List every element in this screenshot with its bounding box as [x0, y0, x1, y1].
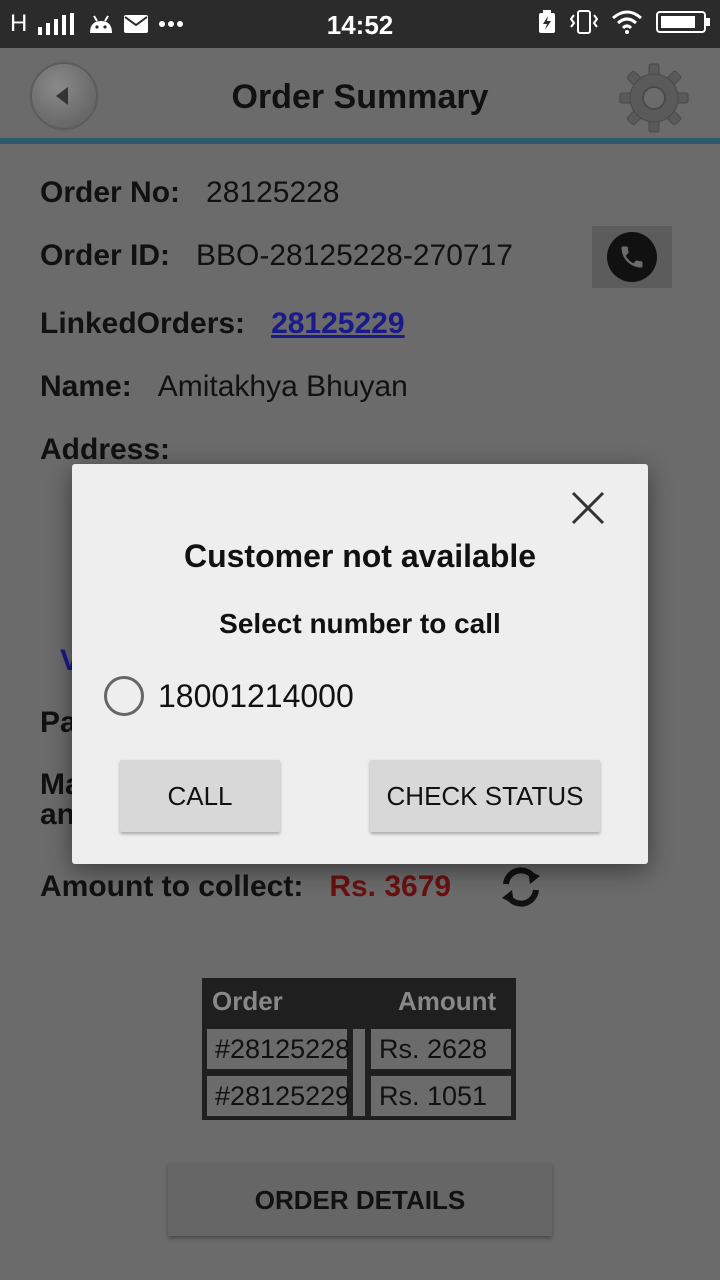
- check-status-button[interactable]: CHECK STATUS: [370, 760, 600, 832]
- table-header-amount: Amount: [398, 986, 497, 1016]
- battery-icon: [656, 11, 710, 33]
- order-no-row: Order No: 28125228: [40, 176, 340, 210]
- call-button[interactable]: [592, 226, 672, 288]
- table-cell-order: #28125229: [206, 1075, 350, 1117]
- order-no-label: Order No:: [40, 176, 181, 209]
- amount-value: Rs. 3679: [329, 870, 452, 903]
- dialog-title: Customer not available: [183, 538, 537, 574]
- table-divider: [352, 1028, 366, 1117]
- partial-label-an: an: [40, 798, 76, 831]
- order-no-value: 28125228: [206, 176, 340, 209]
- order-amount-table: Order Amount #28125228 Rs. 2628 #2812522…: [202, 978, 516, 1120]
- table-cell-amount: Rs. 2628: [370, 1028, 512, 1070]
- linked-order-link[interactable]: 28125229: [271, 307, 404, 341]
- call-dialog: Customer not available Select number to …: [72, 464, 648, 864]
- radio-button[interactable]: [104, 676, 144, 716]
- close-icon[interactable]: [570, 490, 606, 526]
- name-row: Name: Amitakhya Bhuyan: [40, 370, 408, 404]
- status-bar: H 14:52: [0, 0, 720, 48]
- wifi-icon: [612, 10, 642, 34]
- phone-number-option[interactable]: 18001214000: [104, 676, 354, 716]
- phone-glyph: [621, 246, 643, 268]
- toolbar: Order Summary: [0, 48, 720, 144]
- order-id-value: BBO-28125228-270717: [196, 239, 513, 272]
- table-header-order: Order: [212, 986, 283, 1016]
- phone-number-label: 18001214000: [158, 677, 354, 714]
- dialog-call-button[interactable]: CALL: [120, 760, 280, 832]
- table-cell-order: #28125228: [206, 1028, 350, 1070]
- refresh-icon[interactable]: [498, 864, 544, 910]
- gear-icon[interactable]: [618, 62, 690, 134]
- dialog-subtitle: Select number to call: [219, 608, 501, 639]
- page-title: Order Summary: [231, 78, 489, 116]
- order-details-button[interactable]: ORDER DETAILS: [168, 1164, 552, 1236]
- name-label: Name:: [40, 370, 132, 403]
- phone-icon: [607, 232, 657, 282]
- linked-orders-label: LinkedOrders:: [40, 307, 246, 340]
- address-row: Address:: [40, 433, 170, 467]
- address-label: Address:: [40, 433, 171, 466]
- table-cell-amount: Rs. 1051: [370, 1075, 512, 1117]
- status-right: [538, 10, 710, 34]
- vibrate-icon: [570, 10, 598, 34]
- amount-label: Amount to collect:: [40, 870, 304, 903]
- linked-orders-row: LinkedOrders: 28125229: [40, 303, 405, 341]
- order-id-label: Order ID:: [40, 239, 171, 272]
- battery-saver-icon: [539, 10, 555, 33]
- order-id-row: Order ID: BBO-28125228-270717: [40, 239, 513, 273]
- amount-row: Amount to collect: Rs. 3679: [40, 870, 451, 904]
- name-value: Amitakhya Bhuyan: [157, 370, 408, 403]
